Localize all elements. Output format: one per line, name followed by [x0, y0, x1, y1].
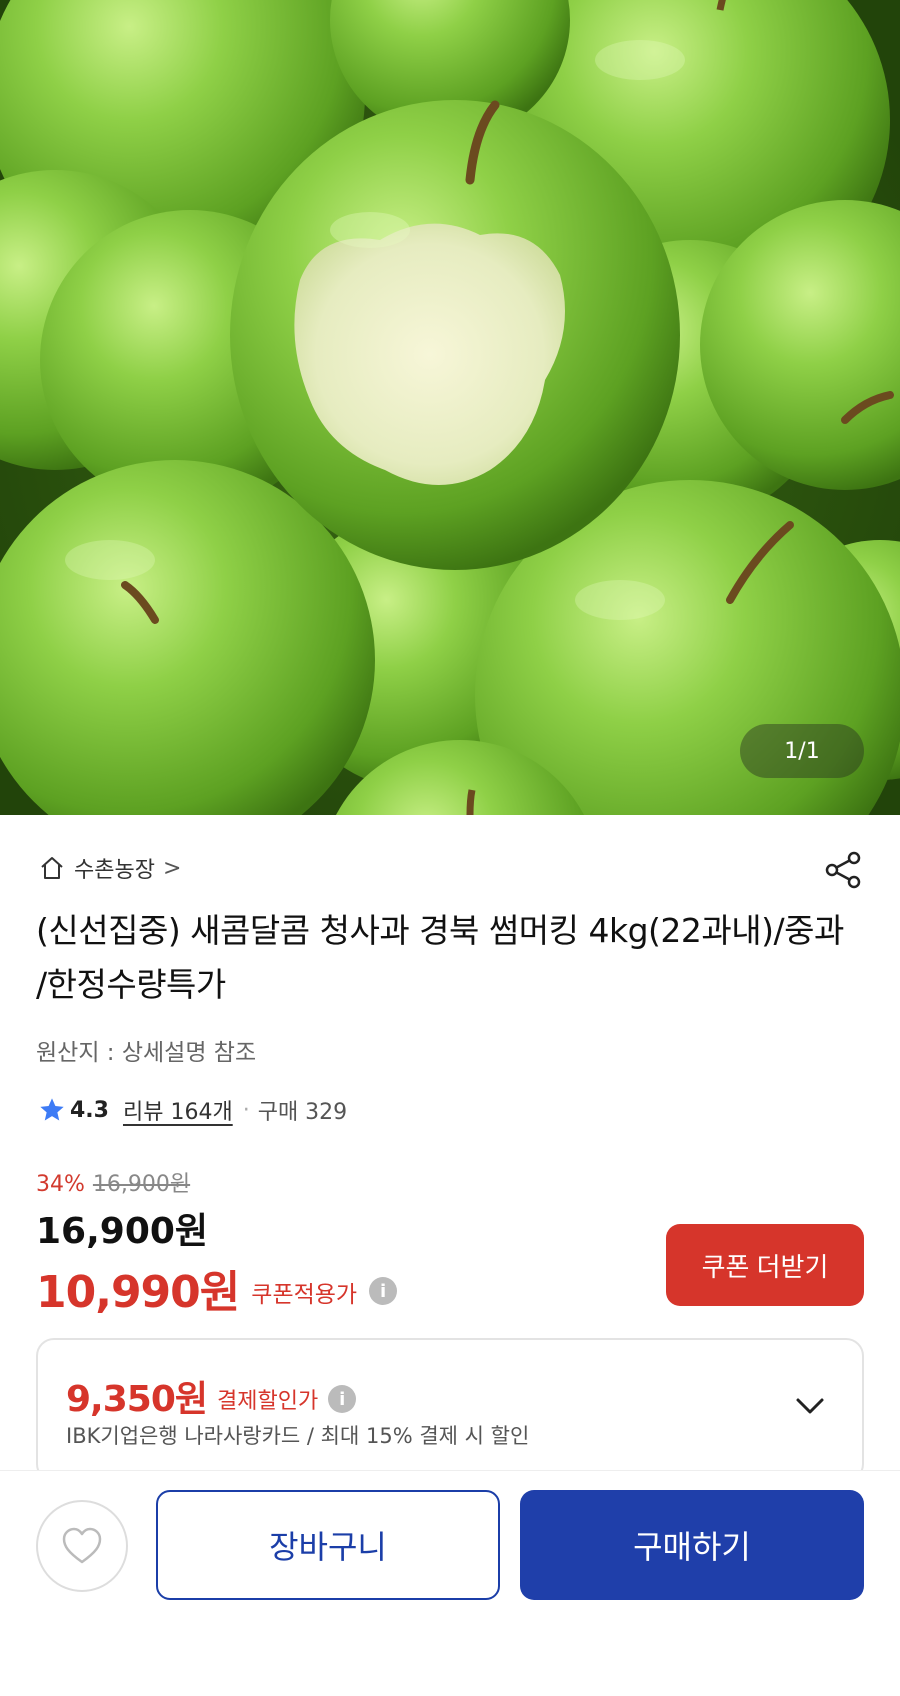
reviews-link[interactable]: 리뷰 164개 — [123, 1094, 233, 1126]
green-apples-photo — [0, 0, 900, 815]
coupon-price: 10,990원 — [36, 1267, 240, 1318]
rating-score: 4.3 — [70, 1097, 109, 1123]
payment-discount-card[interactable]: 9,350원 결제할인가 i IBK기업은행 나라사랑카드 / 최대 15% 결… — [36, 1338, 864, 1482]
wishlist-button[interactable] — [36, 1500, 128, 1592]
separator-dot: · — [242, 1097, 250, 1123]
discount-line: 34% 16,900원 — [36, 1166, 190, 1198]
purchase-count: 구매 329 — [257, 1100, 348, 1125]
seller-link[interactable]: 수촌농장 > — [38, 852, 181, 884]
home-icon — [41, 857, 63, 879]
payment-discount-row: 9,350원 결제할인가 i — [66, 1370, 357, 1422]
chevron-down-icon[interactable] — [790, 1386, 830, 1426]
heart-icon — [62, 1527, 102, 1564]
sale-price: 16,900원 — [36, 1211, 209, 1252]
rating-row: 4.3 리뷰 164개 · 구매 329 — [38, 1094, 347, 1126]
discount-rate: 34% — [36, 1172, 85, 1197]
payment-discount-price: 9,350원 — [66, 1379, 208, 1420]
get-more-coupons-button[interactable]: 쿠폰 더받기 — [666, 1224, 864, 1306]
seller-name: 수촌농장 — [74, 858, 155, 883]
share-icon[interactable] — [822, 848, 866, 892]
product-title: (신선집중) 새콤달콤 청사과 경북 썸머킹 4kg(22과내)/중과 /한정수… — [36, 911, 844, 1004]
payment-discount-label: 결제할인가 — [217, 1389, 319, 1414]
product-image[interactable]: 1/1 — [0, 0, 900, 815]
info-icon[interactable]: i — [369, 1277, 398, 1305]
product-origin: 원산지 : 상세설명 참조 — [36, 1040, 257, 1066]
chevron-right-icon: > — [162, 855, 182, 881]
payment-discount-description: IBK기업은행 나라사랑카드 / 최대 15% 결제 시 할인 — [66, 1424, 530, 1448]
info-icon[interactable]: i — [328, 1385, 357, 1413]
star-icon — [40, 1098, 64, 1121]
add-to-cart-button[interactable]: 장바구니 — [156, 1490, 500, 1600]
coupon-price-row: 10,990원 쿠폰적용가 i — [36, 1256, 398, 1320]
original-price: 16,900원 — [92, 1172, 191, 1197]
image-counter: 1/1 — [740, 724, 864, 778]
buy-now-button[interactable]: 구매하기 — [520, 1490, 864, 1600]
coupon-price-label: 쿠폰적용가 — [251, 1282, 358, 1308]
